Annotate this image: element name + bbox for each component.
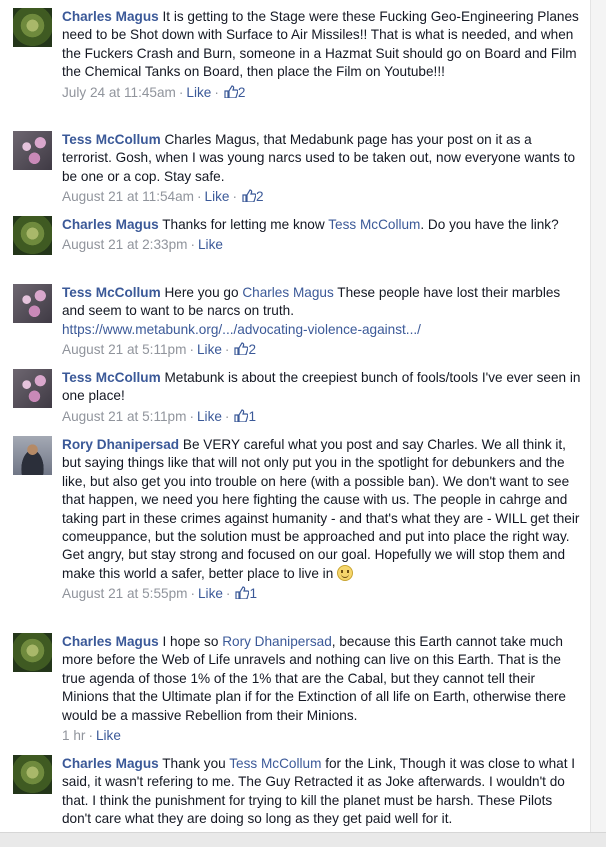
thumbs-up-icon	[234, 342, 249, 356]
comment-meta: 1 hr · Like	[62, 728, 121, 744]
like-button[interactable]: Like	[198, 586, 223, 601]
likes-count[interactable]: 2	[240, 189, 264, 204]
comment-author[interactable]: Tess McCollum	[62, 370, 161, 385]
avatar[interactable]	[13, 369, 52, 408]
mention-link[interactable]: Tess McCollum	[328, 217, 420, 232]
like-button[interactable]: Like	[197, 342, 222, 357]
comment-time[interactable]: August 21 at 5:11pm	[62, 342, 186, 357]
thumbs-up-icon	[234, 409, 249, 422]
avatar[interactable]	[13, 216, 52, 255]
comment-meta: July 24 at 11:45am · Like · 2	[62, 84, 246, 100]
avatar[interactable]	[13, 633, 52, 672]
avatar[interactable]	[13, 755, 52, 794]
likes-count[interactable]: 1	[232, 409, 256, 424]
avatar[interactable]	[13, 284, 52, 323]
comment-author[interactable]: Charles Magus	[62, 217, 159, 232]
comment-meta: August 21 at 5:11pm · Like · 2	[62, 342, 257, 358]
comment-meta: August 21 at 11:54am · Like · 2	[62, 189, 264, 205]
comment-author[interactable]: Tess McCollum	[62, 285, 161, 300]
comment-meta: August 21 at 5:11pm · Like · 1	[62, 408, 257, 424]
comment-body: Tess McCollum Charles Magus, that Medabu…	[62, 131, 582, 206]
comment-time[interactable]: 1 hr	[62, 728, 85, 743]
comment-time[interactable]: July 24 at 11:45am	[62, 85, 176, 100]
comment-author[interactable]: Tess McCollum	[62, 132, 161, 147]
comment-author[interactable]: Charles Magus	[62, 9, 159, 24]
like-button[interactable]: Like	[186, 85, 211, 100]
comment-author[interactable]: Charles Magus	[62, 756, 159, 771]
likes-count[interactable]: 2	[232, 342, 256, 357]
comment-author[interactable]: Rory Dhanipersad	[62, 437, 179, 452]
comment-meta: August 21 at 2:33pm · Like	[62, 237, 223, 253]
comment-time[interactable]: August 21 at 5:55pm	[62, 586, 187, 601]
mention-link[interactable]: Tess McCollum	[229, 756, 321, 771]
comment-body: Charles Magus I hope so Rory Dhanipersad…	[62, 633, 582, 745]
comment-body: Charles Magus Thank you Tess McCollum fo…	[62, 755, 582, 829]
comment-author[interactable]: Charles Magus	[62, 634, 159, 649]
comment-text: I hope so	[162, 634, 219, 649]
comment-text: Here you go	[164, 285, 239, 300]
comment-body: Tess McCollum Here you go Charles Magus …	[62, 284, 582, 359]
comment-meta: August 21 at 5:55pm · Like · 1	[62, 586, 258, 602]
comment-body: Charles Magus Thanks for letting me know…	[62, 216, 582, 254]
thumbs-up-icon	[235, 586, 250, 600]
comment-body: Charles Magus It is getting to the Stage…	[62, 8, 582, 102]
comment-text: Thank you	[162, 756, 226, 771]
thumbs-up-icon	[242, 189, 257, 203]
likes-count[interactable]: 2	[222, 85, 245, 100]
avatar[interactable]	[13, 436, 52, 475]
smile-emoticon-icon	[337, 564, 354, 581]
like-button[interactable]: Like	[197, 409, 222, 424]
mention-link[interactable]: Charles Magus	[242, 285, 333, 300]
comment-text: Thanks for letting me know	[162, 217, 325, 232]
thumbs-up-icon	[224, 85, 238, 98]
mention-link[interactable]: Rory Dhanipersad	[222, 634, 332, 649]
avatar[interactable]	[13, 8, 52, 47]
comment-body: Tess McCollum Metabunk is about the cree…	[62, 369, 582, 426]
scrollbar[interactable]	[590, 0, 606, 846]
comment-time[interactable]: August 21 at 11:54am	[62, 189, 194, 204]
like-button[interactable]: Like	[205, 189, 230, 204]
comment-time[interactable]: August 21 at 2:33pm	[62, 237, 187, 252]
url-link[interactable]: https://www.metabunk.org/.../advocating-…	[62, 322, 421, 337]
likes-count[interactable]: 1	[233, 586, 257, 601]
avatar[interactable]	[13, 131, 52, 170]
like-button[interactable]: Like	[198, 237, 223, 252]
comment-time[interactable]: August 21 at 5:11pm	[62, 409, 186, 424]
like-button[interactable]: Like	[96, 728, 121, 743]
comment-text: . Do you have the link?	[420, 217, 559, 232]
comment-text: Be VERY careful what you post and say Ch…	[62, 437, 580, 581]
comment-body: Rory Dhanipersad Be VERY careful what yo…	[62, 436, 582, 603]
horizontal-scrollbar[interactable]	[0, 832, 606, 847]
